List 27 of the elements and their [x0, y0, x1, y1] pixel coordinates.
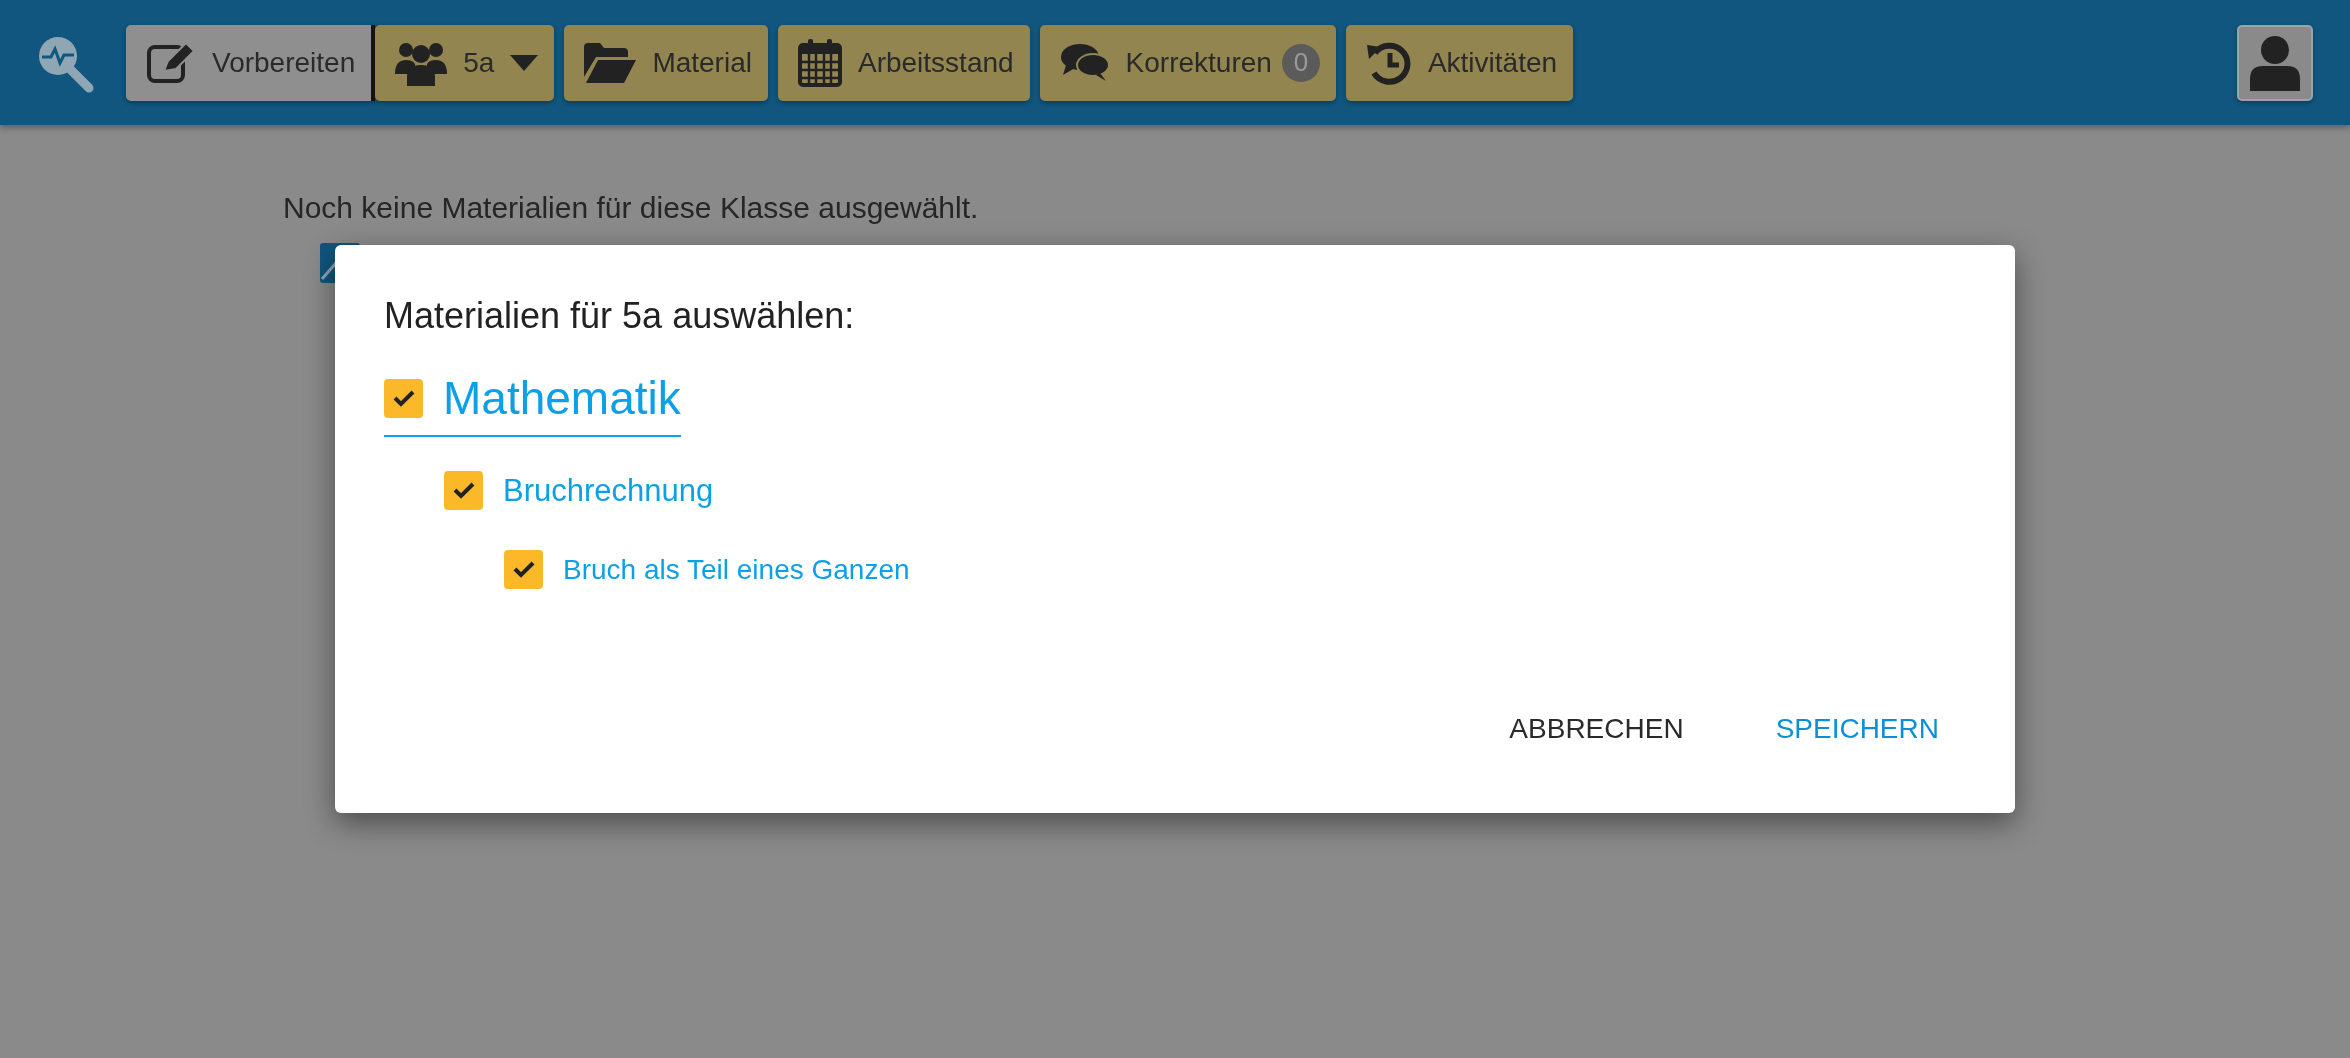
nav-button[interactable]: Vorbereiten — [126, 24, 376, 101]
speech-bubbles-icon — [1059, 42, 1110, 83]
checkbox[interactable] — [384, 378, 423, 418]
save-button[interactable]: SPEICHERN — [1755, 703, 1959, 755]
tree-heading: Mathematik — [443, 371, 681, 425]
nav-button[interactable]: Material — [564, 24, 768, 101]
caret-icon — [510, 54, 539, 71]
checkbox[interactable] — [504, 550, 543, 589]
tree-item-label: Bruch als Teil eines Ganzen — [563, 553, 910, 586]
nav-button[interactable]: Korrekturen 0 — [1039, 24, 1336, 101]
nav-button[interactable]: 5a — [375, 24, 555, 101]
tree-item-label: Bruchrechnung — [503, 472, 714, 509]
cancel-button[interactable]: ABBRECHEN — [1489, 703, 1704, 755]
person-icon — [2250, 34, 2300, 91]
checkmark-icon — [452, 482, 475, 499]
nav-button[interactable]: Aktivitäten — [1345, 24, 1574, 101]
dialog-title: Materialien für 5a auswählen: — [384, 295, 856, 337]
history-icon — [1365, 40, 1412, 85]
calendar-icon — [797, 38, 842, 87]
checkbox[interactable] — [444, 471, 483, 510]
count-badge: 0 — [1281, 43, 1320, 82]
checkmark-icon — [392, 389, 415, 407]
nav-button[interactable]: Arbeitsstand — [777, 24, 1030, 101]
folder-icon — [584, 42, 637, 83]
checkmark-icon — [512, 561, 535, 578]
empty-message: Noch keine Materialien für diese Klasse ausgewählt. — [283, 191, 980, 225]
user-avatar-button[interactable] — [2237, 24, 2313, 101]
